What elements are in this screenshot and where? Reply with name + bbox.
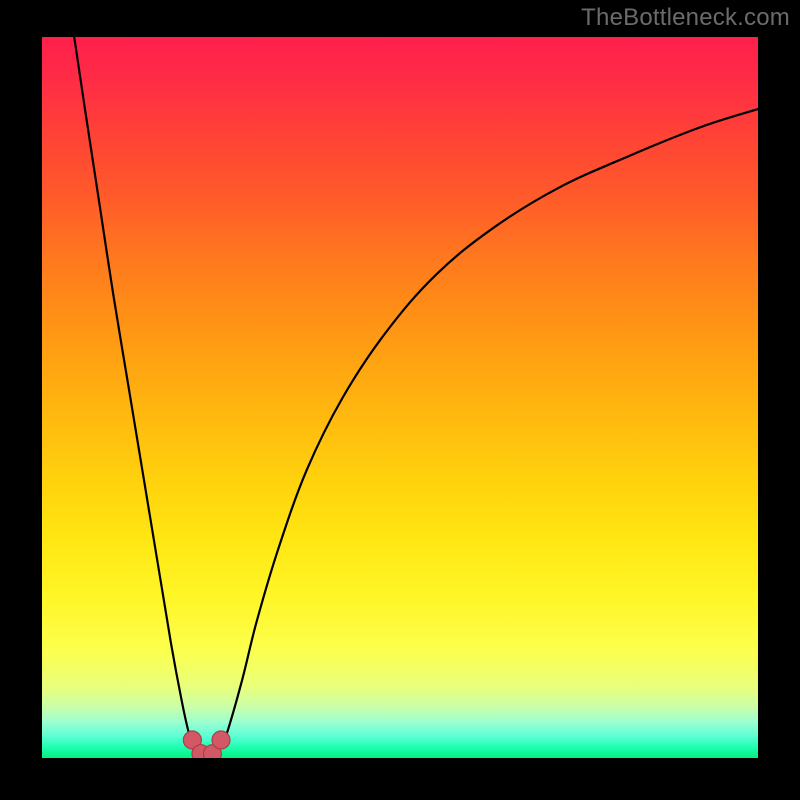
trough-dot — [212, 731, 230, 749]
curve-left-branch — [74, 37, 199, 756]
curve-layer — [42, 37, 758, 758]
watermark-text: TheBottleneck.com — [581, 4, 790, 32]
chart-frame: TheBottleneck.com — [0, 0, 800, 800]
plot-area — [42, 37, 758, 758]
curve-right-branch — [214, 109, 758, 756]
trough-dots-group — [183, 731, 230, 758]
